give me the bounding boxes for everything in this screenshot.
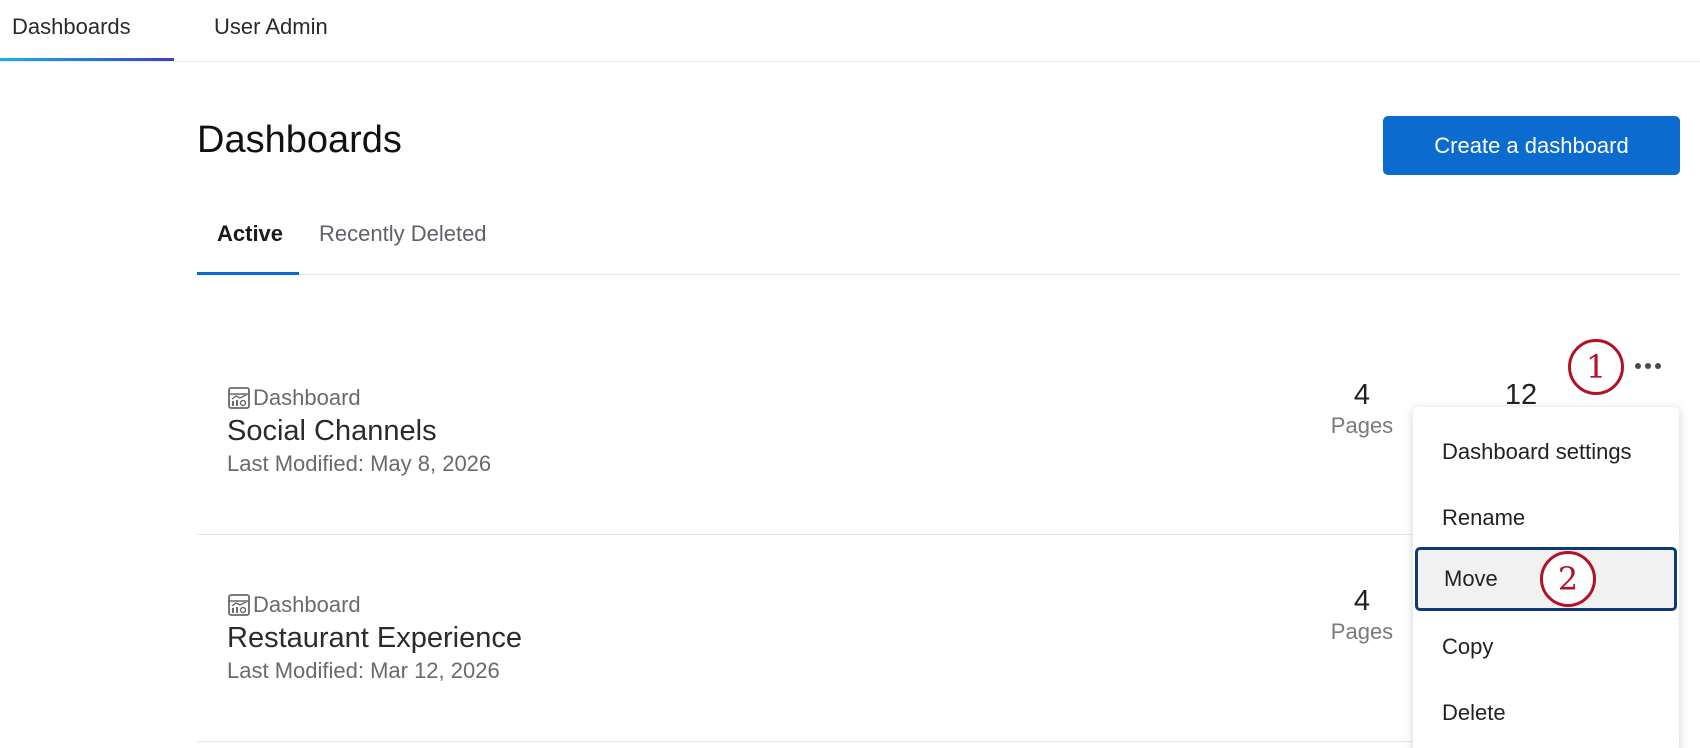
dashboard-icon (228, 387, 250, 409)
nav-active-underline (0, 58, 174, 61)
pages-count: 4 (1353, 379, 1371, 411)
step-callout-1: 1 (1568, 339, 1624, 395)
tab-active[interactable]: Active (217, 221, 283, 247)
nav-tab-user-admin[interactable]: User Admin (214, 14, 328, 40)
dashboard-name[interactable]: Social Channels (227, 415, 437, 448)
step-callout-2: 2 (1540, 551, 1596, 607)
top-nav: Dashboards User Admin (0, 0, 1700, 62)
pages-stat: 4 Pages (1322, 585, 1402, 645)
status-tabs: Active Recently Deleted (197, 210, 1680, 275)
dashboard-icon (228, 594, 250, 616)
pages-label: Pages (1330, 413, 1394, 438)
pages-stat: 4 Pages (1322, 379, 1402, 439)
dashboard-name[interactable]: Restaurant Experience (227, 622, 522, 655)
pages-count: 4 (1353, 585, 1371, 617)
dashboard-type-label: Dashboard (253, 385, 361, 410)
tab-recently-deleted[interactable]: Recently Deleted (319, 221, 487, 247)
more-dot (1645, 363, 1651, 369)
menu-item-rename[interactable]: Rename (1413, 487, 1679, 549)
more-options-button[interactable] (1624, 352, 1672, 380)
menu-item-delete[interactable]: Delete (1413, 682, 1679, 744)
more-dot (1655, 363, 1661, 369)
menu-item-copy[interactable]: Copy (1413, 616, 1679, 678)
tab-active-underline (197, 272, 299, 275)
page-title: Dashboards (197, 119, 402, 161)
last-modified: Last Modified: Mar 12, 2026 (227, 658, 500, 683)
pages-label: Pages (1330, 619, 1394, 644)
nav-tab-dashboards[interactable]: Dashboards (12, 14, 131, 40)
dashboard-type: Dashboard (227, 385, 361, 411)
more-dot (1635, 363, 1641, 369)
menu-item-dashboard-settings[interactable]: Dashboard settings (1413, 421, 1679, 483)
dashboard-type-label: Dashboard (253, 592, 361, 617)
create-dashboard-button[interactable]: Create a dashboard (1383, 116, 1680, 175)
dashboard-type: Dashboard (227, 592, 361, 618)
last-modified: Last Modified: May 8, 2026 (227, 451, 492, 476)
